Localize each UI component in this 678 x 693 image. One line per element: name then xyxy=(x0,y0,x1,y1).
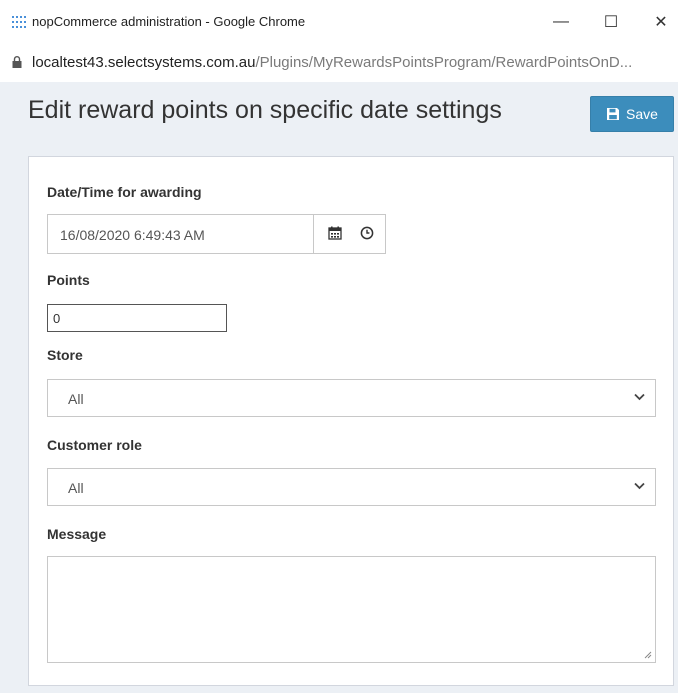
store-selected-value: All xyxy=(68,391,84,407)
clock-icon[interactable] xyxy=(360,226,374,240)
points-value: 0 xyxy=(53,311,61,326)
window-title: nopCommerce administration - Google Chro… xyxy=(32,14,306,29)
calendar-icon[interactable] xyxy=(328,226,342,240)
maximize-button[interactable]: ☐ xyxy=(598,9,624,35)
customer-role-select[interactable]: All xyxy=(47,468,656,506)
lock-icon xyxy=(12,56,22,68)
datetime-picker[interactable]: 16/08/2020 6:49:43 AM xyxy=(47,214,386,254)
message-textarea[interactable] xyxy=(47,556,656,663)
address-bar[interactable]: localtest43.selectsystems.com.au/Plugins… xyxy=(0,44,678,83)
url-path: /Plugins/MyRewardsPointsProgram/RewardPo… xyxy=(255,54,633,71)
close-button[interactable]: ✕ xyxy=(648,9,674,35)
window-titlebar: nopCommerce administration - Google Chro… xyxy=(0,0,678,45)
resize-handle-icon[interactable] xyxy=(644,651,652,659)
chevron-down-icon xyxy=(634,482,645,490)
datetime-label: Date/Time for awarding xyxy=(47,184,202,200)
save-button-label: Save xyxy=(626,106,658,122)
store-select[interactable]: All xyxy=(47,379,656,417)
message-label: Message xyxy=(47,526,107,542)
minimize-button[interactable]: — xyxy=(548,9,574,35)
url-text[interactable]: localtest43.selectsystems.com.au/Plugins… xyxy=(32,54,672,71)
datetime-value: 16/08/2020 6:49:43 AM xyxy=(60,227,205,243)
save-button[interactable]: Save xyxy=(590,96,674,132)
customer-role-label: Customer role xyxy=(47,437,142,453)
points-input[interactable]: 0 xyxy=(47,304,227,332)
app-grid-icon xyxy=(12,16,26,28)
page-title: Edit reward points on specific date sett… xyxy=(28,96,502,124)
datetime-divider xyxy=(313,215,314,253)
store-label: Store xyxy=(47,347,83,363)
customer-role-selected-value: All xyxy=(68,480,84,496)
chevron-down-icon xyxy=(634,393,645,401)
save-floppy-icon xyxy=(607,108,620,120)
points-label: Points xyxy=(47,272,90,288)
url-host: localtest43.selectsystems.com.au xyxy=(32,54,256,71)
